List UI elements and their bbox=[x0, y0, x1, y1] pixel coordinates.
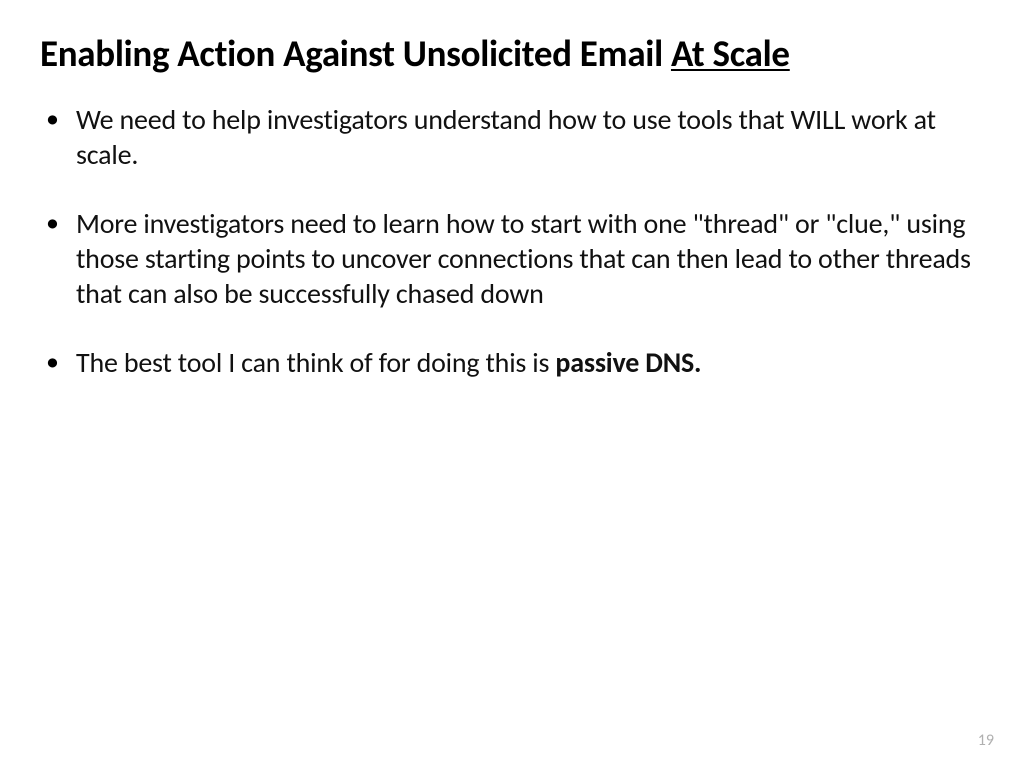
list-item: We need to help investigators understand… bbox=[76, 102, 984, 172]
title-prefix: Enabling Action Against Unsolicited Emai… bbox=[40, 31, 671, 76]
bullet-text: More investigators need to learn how to … bbox=[76, 206, 971, 311]
slide: Enabling Action Against Unsolicited Emai… bbox=[0, 0, 1024, 768]
list-item: More investigators need to learn how to … bbox=[76, 206, 984, 311]
title-underlined: At Scale bbox=[671, 31, 790, 76]
bullet-text-bold: passive DNS. bbox=[555, 345, 701, 380]
bullet-list: We need to help investigators understand… bbox=[40, 102, 984, 380]
page-number: 19 bbox=[978, 731, 994, 750]
list-item: The best tool I can think of for doing t… bbox=[76, 345, 984, 380]
bullet-text: We need to help investigators understand… bbox=[76, 102, 936, 172]
slide-title: Enabling Action Against Unsolicited Emai… bbox=[40, 32, 984, 76]
bullet-text-prefix: The best tool I can think of for doing t… bbox=[76, 345, 555, 380]
